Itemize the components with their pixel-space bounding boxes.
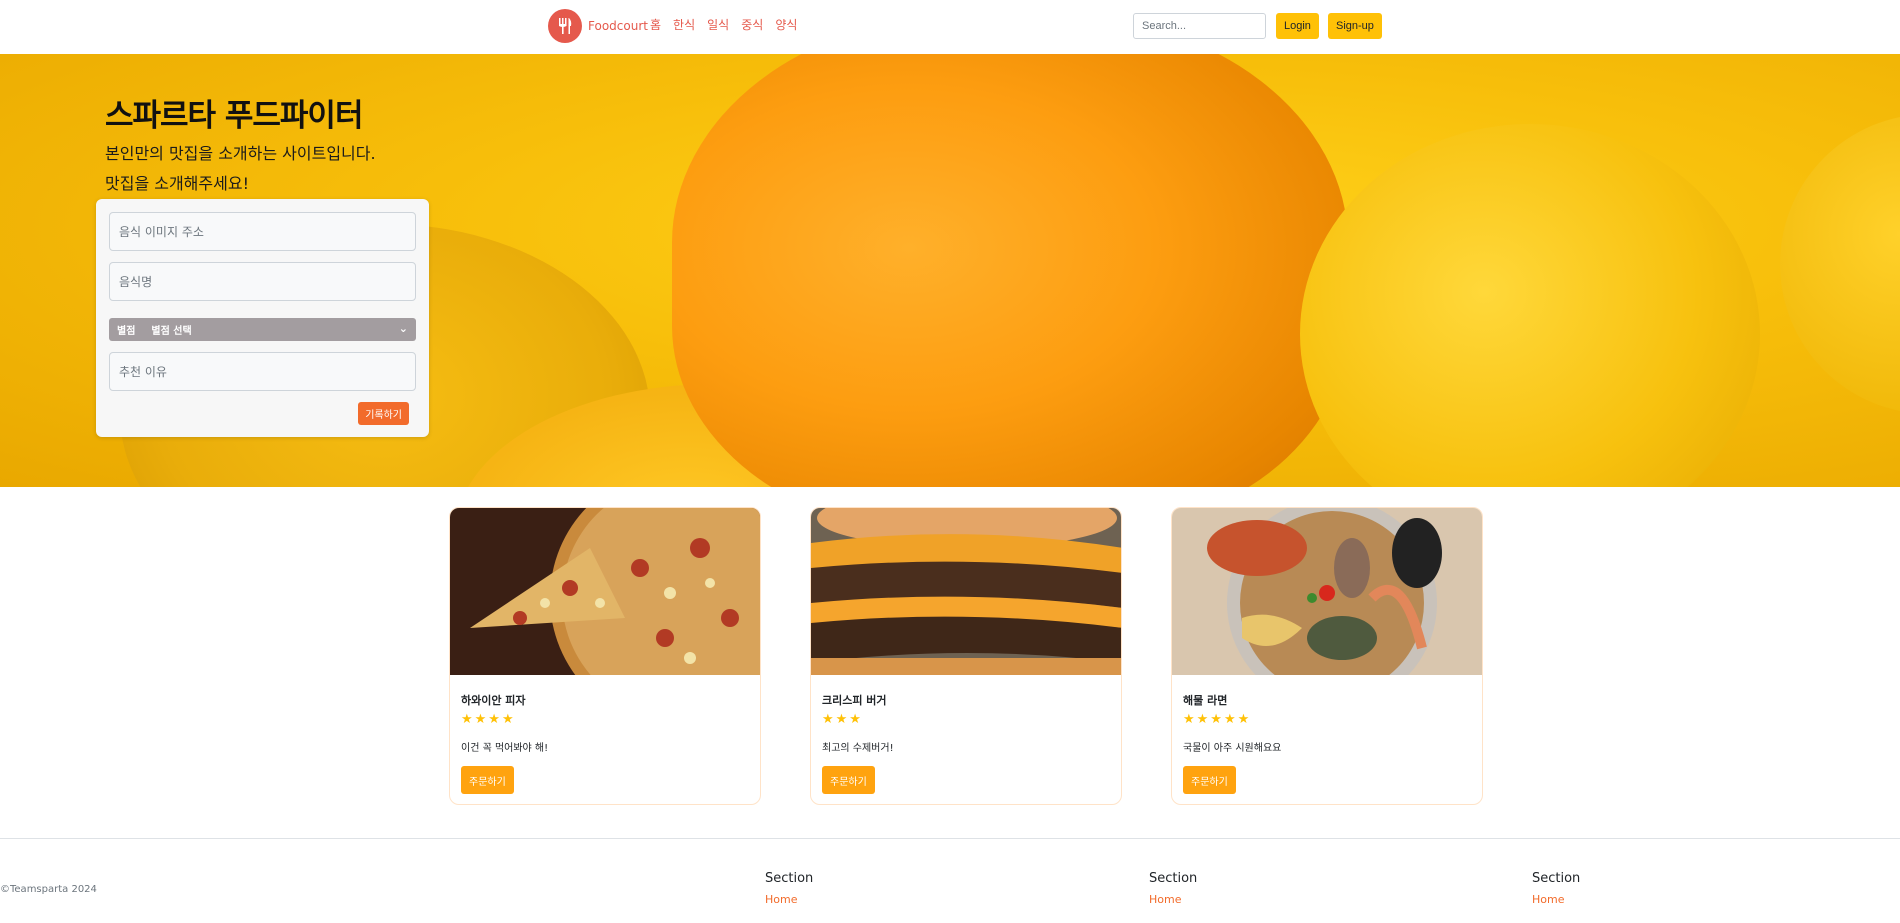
copyright: ©Teamsparta 2024 <box>0 884 97 895</box>
nav-link-chinese[interactable]: 중식 <box>741 16 763 33</box>
pizza-image <box>450 508 760 675</box>
star-rating: ★★★★★ <box>1183 712 1252 727</box>
rating-label: 별점 <box>117 326 136 337</box>
reason-textarea[interactable]: 추천 이유 <box>109 352 416 391</box>
card-text: 최고의 수제버거! <box>822 743 894 754</box>
card-title: 해물 라면 <box>1183 694 1228 707</box>
hero-lemon-shape <box>1780 114 1900 414</box>
food-card: 하와이안 피자 ★★★★ 이건 꼭 먹어봐야 해! 주문하기 <box>449 507 761 805</box>
reason-placeholder: 추천 이유 <box>119 365 167 379</box>
order-button[interactable]: 주문하기 <box>461 766 514 794</box>
burger-image <box>811 508 1121 675</box>
recommend-form: 음식 이미지 주소 음식명 별점 별점 선택 ⌄ 추천 이유 기록하기 <box>96 199 429 437</box>
brand-name: Foodcourt <box>588 19 648 33</box>
nav-link-home[interactable]: 홈 <box>650 16 661 33</box>
navbar: Foodcourt 홈 한식 일식 중식 양식 Login Sign-up <box>0 0 1900 54</box>
brand[interactable]: Foodcourt <box>548 9 648 43</box>
hero-title: 스파르타 푸드파이터 <box>105 98 363 134</box>
nav-link-japanese[interactable]: 일식 <box>707 16 729 33</box>
signup-button[interactable]: Sign-up <box>1328 13 1382 39</box>
food-card: 크리스피 버거 ★★★ 최고의 수제버거! 주문하기 <box>810 507 1122 805</box>
hero-subtitle: 본인만의 맛집을 소개하는 사이트입니다. <box>105 144 376 163</box>
food-card: 해물 라면 ★★★★★ 국물이 아주 시원해요요 주문하기 <box>1171 507 1483 805</box>
footer-heading: Section <box>1149 871 1198 886</box>
chevron-down-icon: ⌄ <box>398 322 408 335</box>
food-name-field[interactable]: 음식명 <box>109 262 416 301</box>
image-url-field[interactable]: 음식 이미지 주소 <box>109 212 416 251</box>
rating-select[interactable]: 별점 별점 선택 ⌄ <box>109 318 416 341</box>
footer-heading: Section <box>1532 871 1581 886</box>
card-title: 하와이안 피자 <box>461 694 526 707</box>
card-title: 크리스피 버거 <box>822 694 887 707</box>
order-button[interactable]: 주문하기 <box>1183 766 1236 794</box>
seafood-ramen-image <box>1172 508 1482 675</box>
footer-link-home[interactable]: Home <box>765 893 813 906</box>
nav-link-korean[interactable]: 한식 <box>673 16 695 33</box>
food-name-placeholder: 음식명 <box>119 275 153 289</box>
login-button[interactable]: Login <box>1276 13 1319 39</box>
submit-button[interactable]: 기록하기 <box>358 402 409 425</box>
footer-link-home[interactable]: Home <box>1532 893 1580 906</box>
fork-knife-icon <box>548 9 582 43</box>
footer-heading: Section <box>765 871 814 886</box>
image-url-placeholder: 음식 이미지 주소 <box>119 225 204 239</box>
footer-column: Section Home <box>765 871 813 906</box>
star-rating: ★★★ <box>822 712 863 727</box>
nav-links: 홈 한식 일식 중식 양식 <box>650 16 797 33</box>
card-text: 국물이 아주 시원해요요 <box>1183 743 1282 754</box>
card-text: 이건 꼭 먹어봐야 해! <box>461 743 549 754</box>
nav-link-western[interactable]: 양식 <box>775 16 797 33</box>
order-button[interactable]: 주문하기 <box>822 766 875 794</box>
hero-subtitle: 맛집을 소개해주세요! <box>105 174 249 193</box>
hero-pepper-shape <box>672 54 1348 487</box>
star-rating: ★★★★ <box>461 712 516 727</box>
hero-lemon-shape <box>1300 124 1760 487</box>
footer-column: Section Home <box>1149 871 1197 906</box>
rating-value: 별점 선택 <box>151 326 192 337</box>
footer-link-home[interactable]: Home <box>1149 893 1197 906</box>
footer-divider <box>0 838 1900 839</box>
search-input[interactable] <box>1133 13 1266 39</box>
footer-column: Section Home <box>1532 871 1580 906</box>
